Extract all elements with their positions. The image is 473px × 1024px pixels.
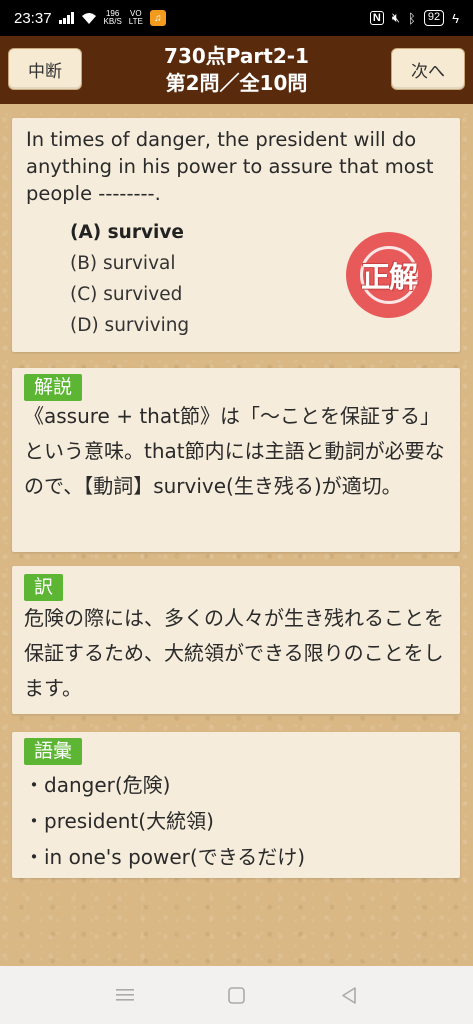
system-nav-bar — [0, 966, 473, 1024]
vocab-item: president(大統領) — [24, 803, 448, 839]
vocabulary-tag: 語彙 — [24, 738, 83, 765]
nfc-icon: N — [369, 11, 384, 25]
mute-icon: 🔇︎ — [391, 10, 401, 25]
wifi-icon — [81, 12, 96, 24]
back-icon[interactable] — [339, 985, 359, 1005]
menu-icon[interactable] — [115, 985, 135, 1005]
explanation-card: 解説 《assure + that節》は「～ことを保証する」という意味。that… — [12, 368, 460, 552]
clock: 23:37 — [14, 9, 52, 27]
vocabulary-list: danger(危険) president(大統領) in one's power… — [24, 767, 448, 875]
translation-card: 訳 危険の際には、多くの人々が生き残れることを保証するため、大統領ができる限りの… — [12, 566, 460, 714]
vocabulary-card: 語彙 danger(危険) president(大統領) in one's po… — [12, 732, 460, 878]
app-notification-icon: ♫ — [149, 10, 166, 26]
translation-tag: 訳 — [24, 574, 64, 601]
status-bar: 23:37 196 KB/S VO LTE ♫ N 🔇︎ ᛒ 92 ϟ — [0, 0, 473, 36]
bluetooth-icon: ᛒ — [408, 10, 416, 26]
question-text: In times of danger, the president will d… — [26, 128, 434, 205]
app-header: 中断 730点Part2-1 第2問／全10問 次へ — [0, 36, 473, 104]
correct-stamp: 正解 — [346, 232, 432, 318]
explanation-text: 《assure + that節》は「～ことを保証する」という意味。that節内に… — [24, 404, 445, 498]
home-icon[interactable] — [227, 985, 247, 1005]
signal-icon — [58, 12, 74, 24]
vocab-item: in one's power(できるだけ) — [24, 839, 448, 875]
battery-icon: 92 — [423, 10, 445, 26]
network-type: VO LTE — [128, 9, 143, 26]
explanation-tag: 解説 — [24, 374, 83, 401]
page-title: 730点Part2-1 第2問／全10問 — [164, 43, 309, 97]
vocab-item: danger(危険) — [24, 767, 448, 803]
correct-stamp-label: 正解 — [360, 260, 418, 294]
next-button[interactable]: 次へ — [391, 48, 465, 90]
charging-icon: ϟ — [452, 10, 459, 26]
title-progress: 第2問／全10問 — [165, 71, 308, 95]
quit-button[interactable]: 中断 — [8, 48, 82, 90]
translation-text: 危険の際には、多くの人々が生き残れることを保証するため、大統領ができる限りのこと… — [24, 606, 444, 700]
question-card: In times of danger, the president will d… — [12, 118, 460, 352]
net-speed: 196 KB/S — [103, 9, 122, 26]
title-set: 730点Part2-1 — [164, 44, 309, 68]
